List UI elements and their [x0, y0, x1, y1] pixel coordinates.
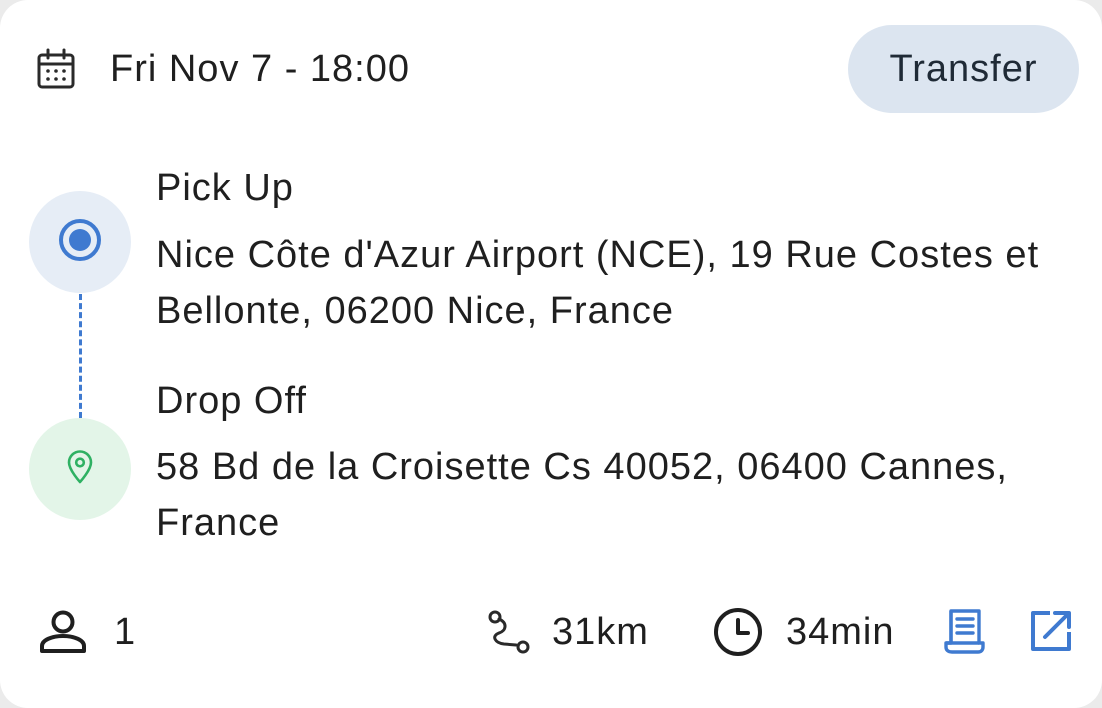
trip-duration: 34min: [712, 604, 895, 660]
service-type-badge: Transfer: [848, 25, 1079, 113]
calendar-icon: [36, 48, 76, 90]
pickup-datetime: Fri Nov 7 - 18:00: [110, 48, 410, 90]
dropoff-label: Drop Off: [156, 380, 307, 422]
receipt-icon[interactable]: [940, 606, 990, 656]
clock-icon: [712, 606, 764, 658]
pickup-label: Pick Up: [156, 167, 294, 209]
trip-distance-value: 31km: [552, 610, 649, 653]
transfer-card[interactable]: Fri Nov 7 - 18:00 Transfer Pick Up Nice …: [0, 0, 1102, 708]
dropoff-marker: [29, 418, 131, 520]
person-icon: [38, 609, 88, 655]
pickup-target-icon: [58, 218, 102, 267]
open-external-icon[interactable]: [1026, 606, 1076, 656]
passenger-count-value: 1: [114, 610, 137, 653]
passenger-count: 1: [38, 604, 136, 660]
route-connector-line: [79, 294, 82, 418]
trip-distance: 31km: [486, 604, 649, 660]
trip-duration-value: 34min: [786, 610, 895, 653]
pickup-address: Nice Côte d'Azur Airport (NCE), 19 Rue C…: [156, 234, 1040, 332]
route-icon: [486, 609, 532, 655]
location-pin-icon: [65, 449, 95, 490]
pickup-marker: [29, 191, 131, 293]
dropoff-address: 58 Bd de la Croisette Cs 40052, 06400 Ca…: [156, 446, 1008, 544]
